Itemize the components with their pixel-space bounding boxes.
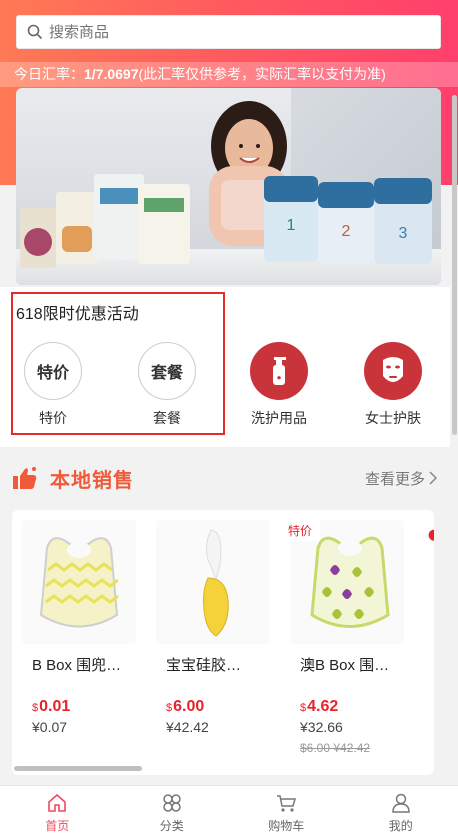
category-icon bbox=[163, 793, 181, 812]
home-icon bbox=[48, 793, 67, 812]
tin-number-2: 2 bbox=[342, 223, 351, 240]
price-value: 6.00 bbox=[173, 698, 205, 715]
tab-label: 购物车 bbox=[268, 818, 305, 833]
product-carousel[interactable]: B Box 围兜… $0.01 ¥0.07 宝宝硅胶… $6.00 ¥42.42 bbox=[12, 510, 434, 775]
tab-profile[interactable]: 我的 bbox=[344, 786, 458, 839]
section-title: 本地销售 bbox=[50, 469, 134, 492]
product-name: 澳B Box 围… bbox=[300, 657, 390, 674]
search-input[interactable] bbox=[49, 23, 429, 41]
promo-item-label: 女士护肤 bbox=[365, 410, 421, 426]
tab-cart[interactable]: 购物车 bbox=[229, 786, 344, 839]
tin-number-3: 3 bbox=[399, 225, 408, 242]
banner-illustration: 1 2 3 bbox=[20, 101, 432, 268]
product-price-rmb: ¥32.66 bbox=[300, 719, 343, 735]
bundle-icon: 套餐 bbox=[138, 342, 196, 400]
partial-badge: ⬤ bbox=[428, 528, 434, 541]
page-scrollbar[interactable] bbox=[452, 95, 457, 435]
promo-item-special[interactable]: 特价 特价 bbox=[8, 342, 98, 428]
price-value: 4.62 bbox=[307, 698, 339, 715]
bottom-tab-bar: 首页 分类 购物车 我的 bbox=[0, 785, 458, 839]
promo-item-toiletries[interactable]: 洗护用品 bbox=[234, 342, 324, 428]
product-image-bib bbox=[22, 520, 136, 644]
lotion-bottle-icon bbox=[250, 342, 308, 400]
carousel-scrollbar[interactable] bbox=[14, 766, 142, 771]
product-price: $0.01 bbox=[32, 698, 70, 716]
tab-label: 首页 bbox=[45, 818, 70, 833]
special-price-badge: 特价 bbox=[280, 520, 321, 541]
product-price-rmb: ¥0.07 bbox=[32, 719, 68, 735]
rate-value: 1/7.0697 bbox=[84, 66, 139, 82]
price-currency: $ bbox=[166, 702, 173, 714]
product-card-partial[interactable]: ⬤ bbox=[414, 510, 434, 775]
chevron-right-icon bbox=[429, 471, 438, 485]
tab-label: 我的 bbox=[388, 818, 413, 833]
tab-home[interactable]: 首页 bbox=[0, 786, 115, 839]
exchange-rate-bar: 今日汇率：1/7.0697(此汇率仅供参考，实际汇率以支付为准) bbox=[0, 62, 458, 87]
product-price: $4.62 bbox=[300, 698, 338, 716]
product-name: B Box 围兜… bbox=[32, 657, 122, 674]
view-more-label: 查看更多 bbox=[364, 470, 425, 488]
product-name: 宝宝硅胶… bbox=[166, 657, 242, 674]
price-currency: $ bbox=[300, 702, 307, 714]
tin-number-1: 1 bbox=[287, 217, 296, 234]
promo-title: 618限时优惠活动 bbox=[16, 306, 139, 323]
product-card[interactable]: 特价 澳B Box 围… $4.62 ¥32.66 $6.00 ¥42.42 bbox=[280, 510, 404, 775]
promo-item-label: 特价 bbox=[39, 410, 67, 426]
rate-note: (此汇率仅供参考，实际汇率以支付为准) bbox=[138, 66, 386, 82]
search-bar[interactable] bbox=[16, 15, 441, 49]
product-card[interactable]: B Box 围兜… $0.01 ¥0.07 bbox=[12, 510, 136, 775]
promo-item-bundle[interactable]: 套餐 套餐 bbox=[122, 342, 212, 428]
search-icon bbox=[27, 24, 43, 40]
rate-prefix: 今日汇率： bbox=[14, 66, 84, 82]
tab-label: 分类 bbox=[159, 818, 184, 833]
thumbs-up-icon bbox=[13, 467, 37, 489]
special-offer-icon: 特价 bbox=[24, 342, 82, 400]
product-original-price: $6.00 ¥42.42 bbox=[300, 741, 371, 755]
banner-image[interactable]: 1 2 3 bbox=[16, 88, 441, 285]
tab-category[interactable]: 分类 bbox=[115, 786, 230, 839]
face-mask-icon bbox=[364, 342, 422, 400]
cart-icon bbox=[277, 794, 297, 812]
product-card[interactable]: 宝宝硅胶… $6.00 ¥42.42 bbox=[146, 510, 270, 775]
price-currency: $ bbox=[32, 702, 39, 714]
view-more-link[interactable]: 查看更多 bbox=[365, 468, 438, 489]
product-price-rmb: ¥42.42 bbox=[166, 719, 209, 735]
promo-item-label: 套餐 bbox=[153, 410, 181, 426]
product-price: $6.00 bbox=[166, 698, 204, 716]
promo-item-label: 洗护用品 bbox=[251, 410, 307, 426]
promo-item-skincare[interactable]: 女士护肤 bbox=[348, 342, 438, 428]
price-value: 0.01 bbox=[39, 698, 71, 715]
user-icon bbox=[391, 793, 410, 813]
local-sales-header: 本地销售 查看更多 bbox=[0, 455, 450, 501]
product-image-teether bbox=[156, 520, 270, 644]
